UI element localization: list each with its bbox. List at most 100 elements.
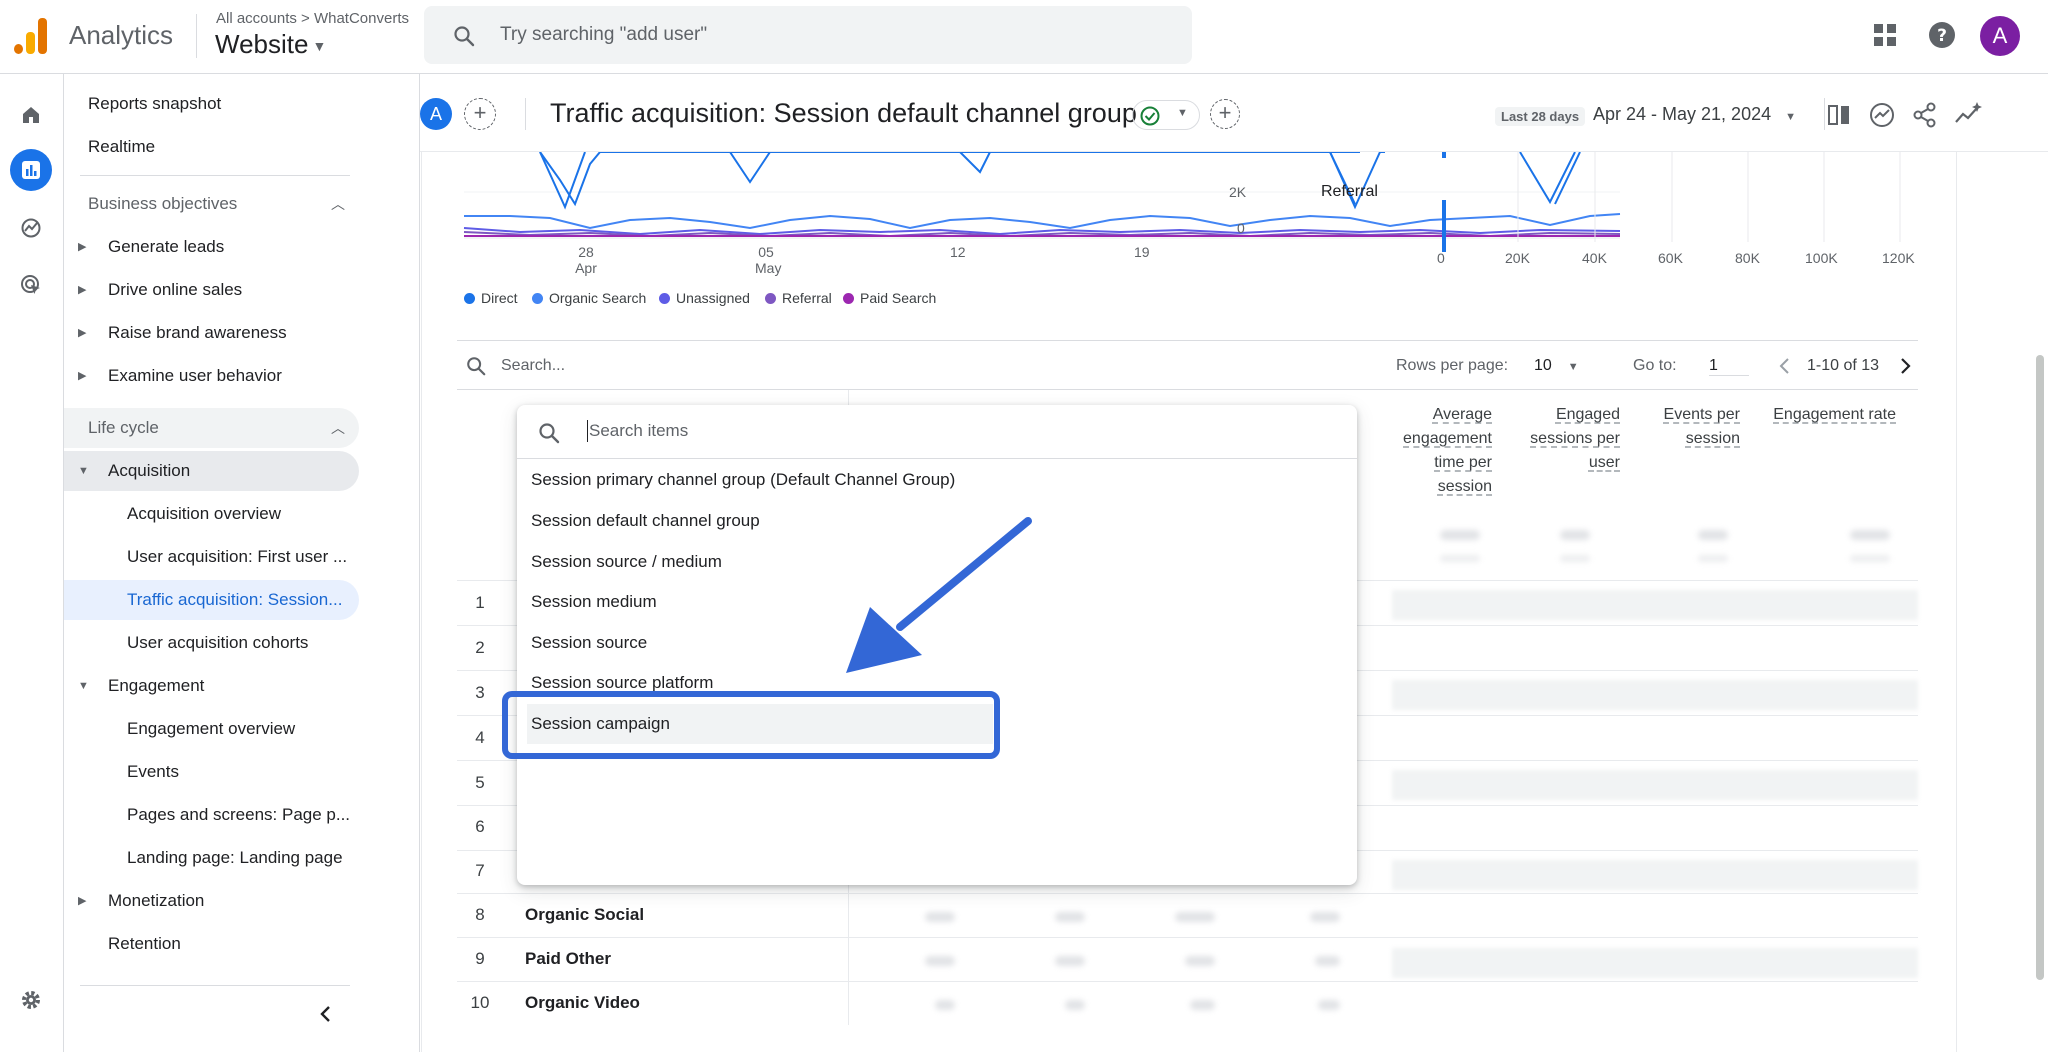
chevron-left-icon[interactable] (1777, 357, 1793, 375)
total-value (1698, 530, 1728, 540)
nav-monetization[interactable]: ▶ Monetization (64, 881, 359, 921)
reports-rail-button[interactable] (10, 149, 52, 191)
expand-arrow-icon: ▶ (78, 284, 87, 296)
annotation-arrow (846, 517, 1032, 673)
help-icon[interactable]: ? (1925, 18, 1959, 52)
analytics-logo[interactable] (14, 16, 48, 54)
legend-swatch (765, 293, 776, 304)
chevron-right-icon[interactable] (1897, 357, 1913, 375)
table-row-number: 4 (475, 728, 485, 747)
column-header-engaged-sessions-per-user[interactable]: Engaged sessions per user (1520, 403, 1620, 475)
metric-cell (1190, 1000, 1215, 1010)
add-comparison-button[interactable]: + (464, 98, 496, 130)
home-icon (23, 107, 39, 123)
x-tick-month: May (755, 260, 782, 276)
user-avatar[interactable]: A (1980, 16, 2020, 56)
table-row-number: 7 (475, 861, 485, 880)
collapse-sidebar-icon[interactable] (316, 1004, 336, 1024)
target-cursor-icon (21, 275, 40, 294)
nav-realtime[interactable]: Realtime (64, 127, 359, 167)
x-axis-tick: 12 (950, 244, 966, 260)
table-row-number: 5 (475, 773, 485, 792)
nav-events[interactable]: Events (64, 752, 359, 792)
nav-landing-page[interactable]: Landing page: Landing page (64, 838, 359, 878)
comparison-avatar[interactable]: A (420, 98, 452, 130)
legend-label: Unassigned (676, 290, 750, 306)
row-divider (457, 981, 1918, 982)
explore-rail-button[interactable] (10, 207, 52, 249)
total-value (1560, 530, 1590, 540)
nav-user-acquisition[interactable]: User acquisition: First user ... (64, 537, 359, 577)
dimension-option[interactable]: Session primary channel group (Default C… (517, 460, 1357, 500)
compare-icon[interactable] (1824, 100, 1854, 130)
legend-item-unassigned[interactable]: Unassigned (659, 290, 750, 306)
nav-engagement[interactable]: ▼ Engagement (64, 666, 359, 706)
goto-page-input[interactable]: 1 (1709, 357, 1749, 376)
home-rail-button[interactable] (10, 94, 52, 136)
report-status-dropdown[interactable]: ▼ (1132, 100, 1200, 130)
left-rail (0, 74, 64, 1052)
nav-acquisition-overview[interactable]: Acquisition overview (64, 494, 359, 534)
property-selector[interactable]: Website ▼ (215, 29, 326, 60)
column-header-events-per-session[interactable]: Events per session (1650, 403, 1740, 451)
admin-rail-button[interactable] (10, 979, 52, 1021)
nav-retention[interactable]: Retention (64, 924, 359, 964)
nav-section-business-objectives[interactable]: Business objectives ︿ (64, 184, 359, 224)
column-header-avg-engagement-time[interactable]: Average engagement time per session (1380, 403, 1492, 499)
page-scrollbar[interactable] (2036, 355, 2044, 980)
legend-item-direct[interactable]: Direct (464, 290, 518, 306)
share-icon[interactable] (1910, 100, 1940, 130)
advertising-rail-button[interactable] (10, 264, 52, 306)
table-search-input[interactable]: Search... (501, 357, 565, 375)
legend-item-referral[interactable]: Referral (765, 290, 832, 306)
metric-cell (1310, 912, 1340, 922)
nav-label: Engagement (108, 676, 205, 695)
metric-cell (1175, 912, 1215, 922)
metric-cell (1065, 1000, 1085, 1010)
x-axis-tick: 28 Apr (575, 244, 597, 276)
nav-acquisition[interactable]: ▼ Acquisition (64, 451, 359, 491)
add-report-button[interactable]: + (1210, 99, 1240, 129)
nav-label: Raise brand awareness (108, 323, 287, 342)
nav-engagement-overview[interactable]: Engagement overview (64, 709, 359, 749)
total-subvalue (1850, 555, 1890, 562)
legend-label: Referral (782, 290, 832, 306)
column-header-engagement-rate[interactable]: Engagement rate (1770, 403, 1896, 427)
legend-swatch (464, 293, 475, 304)
nav-drive-online-sales[interactable]: ▶ Drive online sales (64, 270, 359, 310)
insights-icon[interactable] (1867, 100, 1897, 130)
row-divider (457, 893, 1918, 894)
legend-item-paid-search[interactable]: Paid Search (843, 290, 936, 306)
apps-grid-icon[interactable] (1868, 18, 1902, 52)
bar-chart (1442, 152, 1901, 252)
nav-traffic-acquisition[interactable]: Traffic acquisition: Session... (64, 580, 359, 620)
divider (80, 985, 350, 986)
nav-user-acquisition-cohorts[interactable]: User acquisition cohorts (64, 623, 359, 663)
nav-examine-user-behavior[interactable]: ▶ Examine user behavior (64, 356, 359, 396)
nav-reports-snapshot[interactable]: Reports snapshot (64, 84, 359, 124)
pagination-range: 1-10 of 13 (1807, 357, 1880, 374)
dimension-search[interactable]: Search items (517, 405, 1357, 459)
annotation-highlight (502, 691, 1000, 759)
global-search[interactable]: Try searching "add user" (424, 6, 1192, 64)
report-title: Traffic acquisition: Session default cha… (550, 98, 1137, 128)
rows-per-page-select[interactable]: 10 ▼ (1534, 357, 1579, 375)
y-axis-tick: 0 (1237, 220, 1245, 236)
caret-down-icon: ▼ (312, 38, 327, 55)
app-name: Analytics (69, 20, 174, 50)
nav-section-life-cycle[interactable]: Life cycle ︿ (64, 408, 359, 448)
total-subvalue (1698, 555, 1728, 562)
nav-label: Acquisition (108, 461, 191, 480)
nav-pages-and-screens[interactable]: Pages and screens: Page p... (64, 795, 359, 835)
nav-generate-leads[interactable]: ▶ Generate leads (64, 227, 359, 267)
search-placeholder: Try searching "add user" (500, 24, 708, 45)
account-breadcrumb[interactable]: All accounts > WhatConverts (216, 10, 409, 27)
nav-raise-brand-awareness[interactable]: ▶ Raise brand awareness (64, 313, 359, 353)
report-navigation: Reports snapshot Realtime Business objec… (64, 74, 420, 1052)
legend-item-organic-search[interactable]: Organic Search (532, 290, 646, 306)
trend-sparkle-icon[interactable] (1953, 100, 1983, 130)
bar-referral-2 (1442, 200, 1446, 252)
text-cursor (587, 420, 588, 442)
check-circle-icon (1140, 106, 1160, 126)
date-range-picker[interactable]: Apr 24 - May 21, 2024 ▼ (1593, 104, 1796, 125)
